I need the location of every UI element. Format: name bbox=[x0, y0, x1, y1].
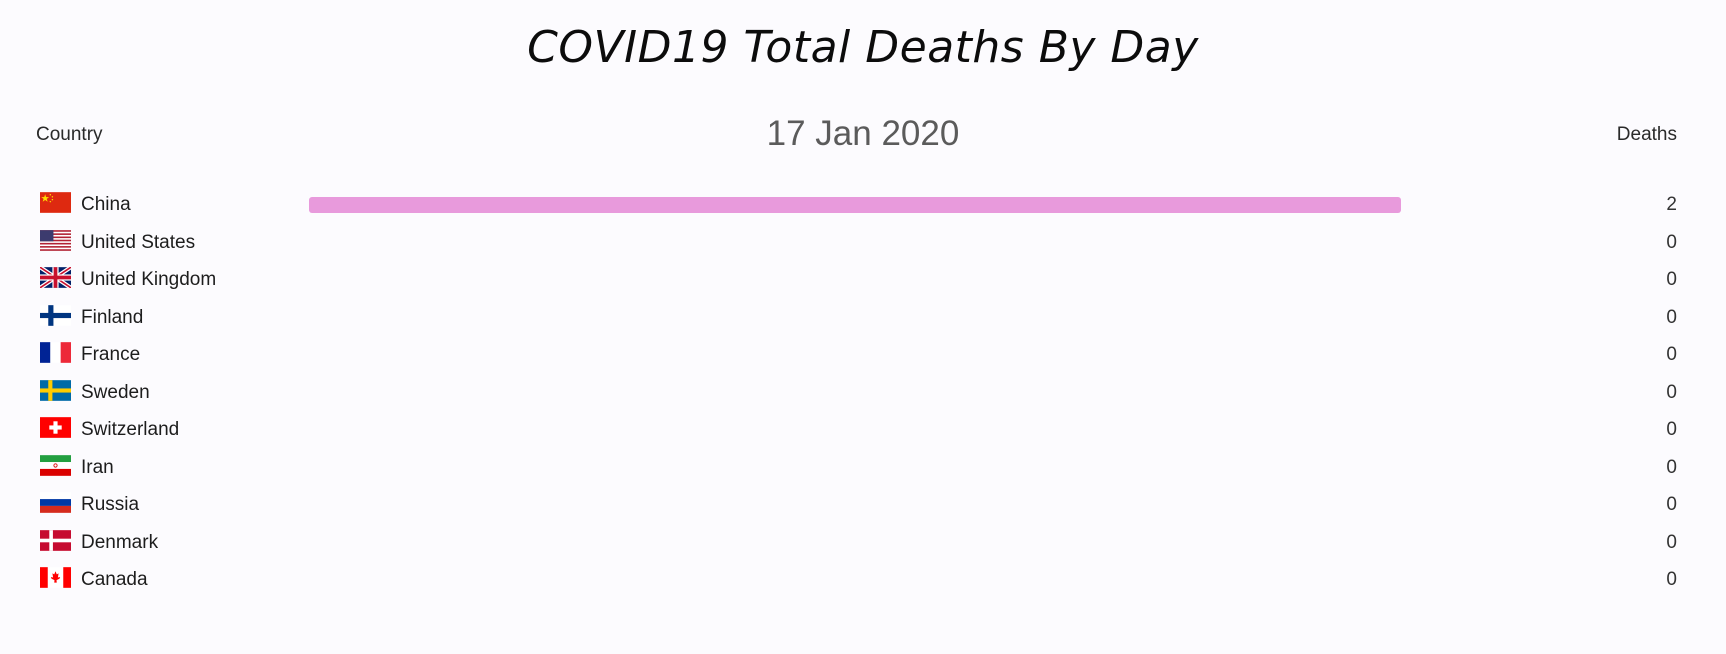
russia-flag-icon bbox=[40, 492, 71, 513]
bar-row: United Kingdom 0 bbox=[0, 263, 1726, 297]
bar-row: Denmark 0 bbox=[0, 526, 1726, 560]
china-flag-icon bbox=[40, 192, 71, 213]
united-states-flag-icon bbox=[40, 229, 71, 251]
date-label: 17 Jan 2020 bbox=[766, 114, 960, 153]
bar-row: China 2 bbox=[0, 188, 1726, 222]
bar-row: United States 0 bbox=[0, 226, 1726, 260]
united-kingdom-flag-icon bbox=[40, 267, 71, 288]
value-label: 2 bbox=[1666, 194, 1677, 215]
value-label: 0 bbox=[1666, 494, 1677, 515]
country-label: Switzerland bbox=[81, 419, 180, 440]
chart-page: COVID19 Total Deaths By Day Country 17 J… bbox=[0, 0, 1726, 654]
value-label: 0 bbox=[1666, 531, 1677, 553]
bar-row: Iran 0 bbox=[0, 451, 1726, 485]
country-label: Iran bbox=[81, 456, 114, 478]
deaths-column-header: Deaths bbox=[1616, 124, 1677, 145]
bar bbox=[309, 197, 1401, 213]
country-label: Finland bbox=[81, 306, 144, 328]
bar-row: France 0 bbox=[0, 338, 1726, 372]
chart-title: COVID19 Total Deaths By Day bbox=[527, 22, 1199, 73]
finland-flag-icon bbox=[40, 304, 71, 326]
value-label: 0 bbox=[1666, 569, 1677, 590]
canada-flag-icon bbox=[40, 567, 71, 588]
country-label: Denmark bbox=[81, 531, 159, 553]
country-label: United Kingdom bbox=[81, 269, 217, 290]
iran-flag-icon bbox=[40, 454, 71, 476]
sweden-flag-icon bbox=[40, 379, 71, 401]
value-label: 0 bbox=[1666, 306, 1677, 328]
bar-row: Sweden 0 bbox=[0, 376, 1726, 410]
value-label: 0 bbox=[1666, 344, 1677, 365]
country-label: Sweden bbox=[81, 381, 150, 403]
bar-row: Canada 0 bbox=[0, 563, 1726, 597]
bar-row: Finland 0 bbox=[0, 301, 1726, 335]
country-label: China bbox=[81, 194, 131, 215]
switzerland-flag-icon bbox=[40, 417, 71, 438]
denmark-flag-icon bbox=[40, 529, 71, 551]
country-label: United States bbox=[81, 231, 196, 253]
country-label: Canada bbox=[81, 569, 148, 590]
bar-row: Switzerland 0 bbox=[0, 413, 1726, 447]
bar-row: Russia 0 bbox=[0, 488, 1726, 522]
country-label: France bbox=[81, 344, 141, 365]
france-flag-icon bbox=[40, 342, 71, 363]
value-label: 0 bbox=[1666, 456, 1677, 478]
value-label: 0 bbox=[1666, 269, 1677, 290]
value-label: 0 bbox=[1666, 231, 1677, 253]
country-label: Russia bbox=[81, 494, 140, 515]
value-label: 0 bbox=[1666, 419, 1677, 440]
value-label: 0 bbox=[1666, 381, 1677, 403]
